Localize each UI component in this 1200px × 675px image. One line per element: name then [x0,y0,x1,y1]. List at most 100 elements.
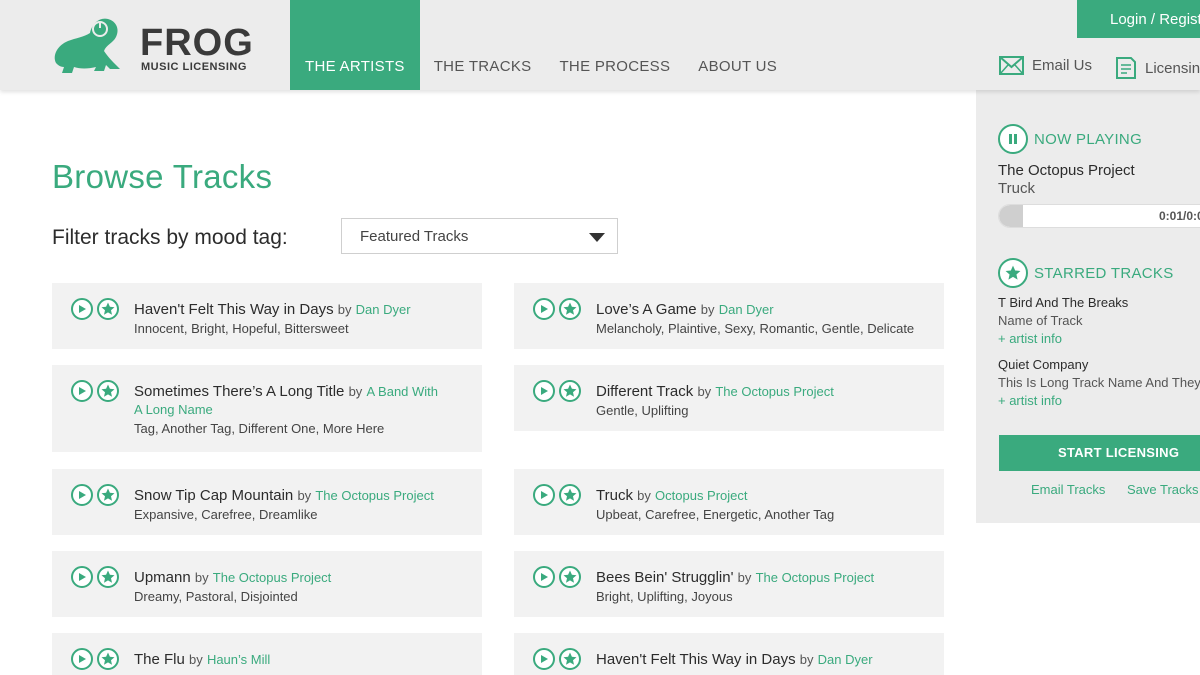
by-word: by [337,302,352,317]
play-icon[interactable] [71,380,93,402]
starred-artist: T Bird And The Breaks [998,295,1129,310]
progress-bar[interactable]: 0:01/0:00 [998,204,1200,228]
player-sidebar: NOW PLAYING The Octopus Project Truck 0:… [976,90,1200,523]
play-icon[interactable] [533,380,555,402]
licensing-link[interactable]: Licensing [1115,56,1200,80]
email-tracks-link[interactable]: Email Tracks [1031,482,1105,497]
now-playing-artist: The Octopus Project [998,162,1135,179]
nav-the-process[interactable]: THE PROCESS [545,0,684,90]
track-title[interactable]: Sometimes There’s A Long Title [134,383,344,400]
track-artist-link[interactable]: Octopus Project [655,488,748,503]
email-us-link[interactable]: Email Us [999,56,1092,75]
now-playing-heading: NOW PLAYING [998,124,1142,154]
nav-about-us[interactable]: ABOUT US [684,0,791,90]
track-card: Different Track by The Octopus Project G… [514,365,944,431]
star-icon[interactable] [97,298,119,320]
nav-the-artists[interactable]: THE ARTISTS [290,0,420,90]
mood-tag-selected-value: Featured Tracks [360,228,469,245]
play-icon[interactable] [71,298,93,320]
track-tags: Expansive, Carefree, Dreamlike [134,507,318,522]
track-card: Haven't Felt This Way in Days by Dan Dye… [52,283,482,349]
track-title[interactable]: Snow Tip Cap Mountain [134,487,293,504]
by-word: by [194,570,209,585]
track-tags: Bright, Uplifting, Joyous [596,589,733,604]
start-licensing-button[interactable]: START LICENSING [999,435,1200,471]
starred-artist: Quiet Company [998,357,1089,372]
track-card: Snow Tip Cap Mountain by The Octopus Pro… [52,469,482,535]
track-artist-link[interactable]: The Octopus Project [315,488,434,503]
track-title[interactable]: The Flu [134,651,185,668]
track-title[interactable]: Haven't Felt This Way in Days [134,301,334,318]
track-tags: Innocent, Bright, Hopeful, Bittersweet [134,321,349,336]
track-artist-link[interactable]: Haun’s Mill [207,652,270,667]
logo[interactable]: FROG MUSIC LICENSING [50,13,265,77]
mood-tag-select[interactable]: Featured Tracks [341,218,618,254]
track-tags: Dreamy, Pastoral, Disjointed [134,589,298,604]
document-icon [1116,57,1136,79]
by-word: by [348,384,363,399]
track-title[interactable]: Truck [596,487,633,504]
star-icon[interactable] [97,648,119,670]
star-icon[interactable] [559,380,581,402]
play-icon[interactable] [533,566,555,588]
track-title[interactable]: Upmann [134,569,191,586]
play-icon[interactable] [533,648,555,670]
starred-track: Name of Track [998,313,1083,328]
logo-wordmark: FROG [140,22,254,64]
frog-logo-icon [54,18,121,73]
nav-the-tracks[interactable]: THE TRACKS [420,0,546,90]
progress-handle[interactable] [999,205,1023,227]
star-icon[interactable] [559,298,581,320]
play-icon[interactable] [533,298,555,320]
by-word: by [737,570,752,585]
by-word: by [297,488,312,503]
login-register-button[interactable]: Login / Register [1077,0,1200,38]
logo-subtitle: MUSIC LICENSING [141,61,247,73]
save-tracks-link[interactable]: Save Tracks [1127,482,1199,497]
track-card: Upmann by The Octopus Project Dreamy, Pa… [52,551,482,617]
track-title[interactable]: Bees Bein' Strugglin' [596,569,733,586]
track-card: Truck by Octopus Project Upbeat, Carefre… [514,469,944,535]
track-artist-link[interactable]: Dan Dyer [719,302,774,317]
playback-time: 0:01/0:00 [1159,209,1200,223]
star-icon[interactable] [97,380,119,402]
track-tags: Gentle, Uplifting [596,403,689,418]
by-word: by [189,652,203,667]
site-header: FROG MUSIC LICENSING THE ARTISTS THE TRA… [0,0,1200,90]
by-word: by [637,488,651,503]
star-icon[interactable] [559,484,581,506]
by-word: by [697,384,712,399]
main-nav: THE ARTISTS THE TRACKS THE PROCESS ABOUT… [290,0,791,90]
track-card: Bees Bein' Strugglin' by The Octopus Pro… [514,551,944,617]
play-icon[interactable] [71,566,93,588]
now-playing-label: NOW PLAYING [1034,130,1143,148]
artist-info-link[interactable]: + artist info [998,393,1062,408]
track-title[interactable]: Haven't Felt This Way in Days [596,651,796,668]
play-icon[interactable] [71,648,93,670]
play-icon[interactable] [71,484,93,506]
track-artist-link[interactable]: The Octopus Project [756,570,875,585]
track-artist-link[interactable]: Dan Dyer [818,652,873,667]
track-tags: Upbeat, Carefree, Energetic, Another Tag [596,507,835,522]
track-artist-link[interactable]: The Octopus Project [213,570,332,585]
track-title[interactable]: Different Track [596,383,693,400]
track-artist-link[interactable]: Dan Dyer [356,302,411,317]
filter-label: Filter tracks by mood tag: [52,226,288,249]
artist-info-link[interactable]: + artist info [998,331,1062,346]
track-tags: Melancholy, Plaintive, Sexy, Romantic, G… [596,321,915,336]
star-icon[interactable] [97,484,119,506]
now-playing-track: Truck [998,180,1035,197]
starred-tracks-heading: STARRED TRACKS [998,258,1174,288]
star-icon[interactable] [559,648,581,670]
by-word: by [799,652,814,667]
star-icon[interactable] [559,566,581,588]
play-icon[interactable] [533,484,555,506]
star-icon[interactable] [97,566,119,588]
track-title[interactable]: Love’s A Game [596,301,697,318]
track-card: Love’s A Game by Dan Dyer Melancholy, Pl… [514,283,944,349]
page-title: Browse Tracks [52,158,273,195]
pause-icon[interactable] [998,124,1028,154]
track-artist-link[interactable]: The Octopus Project [715,384,834,399]
track-tags: Tag, Another Tag, Different One, More He… [134,421,385,436]
starred-track: This Is Long Track Name And They [998,375,1200,390]
